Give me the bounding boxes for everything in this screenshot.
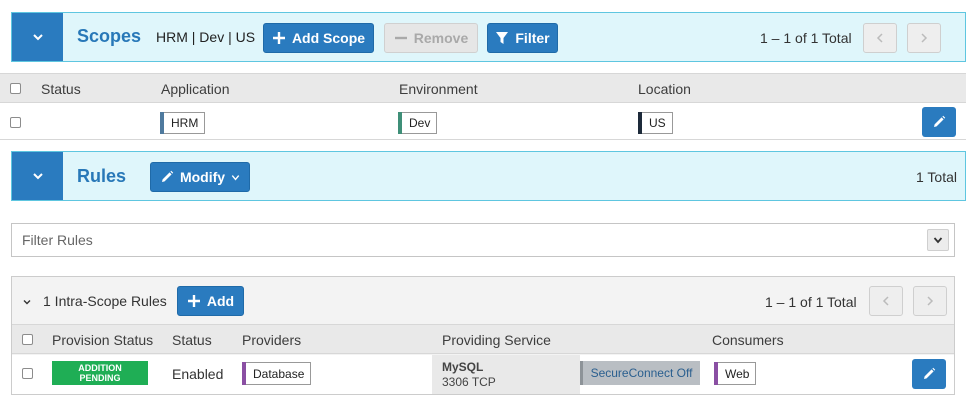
chevron-right-icon <box>927 296 934 306</box>
rules-total-text: 1 Total <box>916 169 957 185</box>
filter-label: Filter <box>515 30 550 46</box>
rules-title: Rules <box>77 166 127 186</box>
filter-rules-input[interactable] <box>12 224 912 256</box>
column-header-environment: Environment <box>399 81 478 97</box>
rule-table-row: ADDITION PENDING Enabled Database MySQL … <box>12 355 954 394</box>
column-header-status: Status <box>41 81 81 97</box>
column-header-application: Application <box>161 81 230 97</box>
rules-prev-page-button[interactable] <box>869 286 903 316</box>
environment-label: Dev <box>398 112 438 134</box>
add-rule-label: Add <box>206 293 235 309</box>
chevron-left-icon <box>882 296 889 306</box>
column-header-location: Location <box>638 81 691 97</box>
chevron-down-icon <box>933 237 943 244</box>
edit-rule-button[interactable] <box>912 359 946 389</box>
chevron-right-icon <box>921 33 928 43</box>
chevron-down-icon <box>32 173 43 180</box>
scopes-prev-page-button[interactable] <box>863 23 897 53</box>
chevron-left-icon <box>876 33 883 43</box>
consumer-label: Web <box>714 362 757 385</box>
rules-pager-text: 1 – 1 of 1 Total <box>765 294 857 310</box>
intra-scope-rules-title: 1 Intra-Scope Rules <box>43 293 167 309</box>
service-port: 3306 TCP <box>442 375 496 389</box>
add-rule-button[interactable]: Add <box>177 286 244 316</box>
rules-panel-header: Rules Modify 1 Total <box>11 151 966 201</box>
rules-table-header: Provision Status Status Providers Provid… <box>12 324 954 354</box>
add-scope-button[interactable]: Add Scope <box>263 23 374 53</box>
filter-button[interactable]: Filter <box>487 23 558 53</box>
provision-status-line1: ADDITION <box>78 363 122 373</box>
rule-status: Enabled <box>172 366 224 382</box>
service-name: MySQL <box>442 360 484 374</box>
location-label: US <box>638 112 673 134</box>
scopes-table-header: Status Application Environment Location <box>0 73 966 103</box>
remove-button[interactable]: Remove <box>384 23 478 53</box>
plus-icon <box>272 32 285 44</box>
chevron-down-icon <box>231 174 240 181</box>
rules-collapse-button[interactable] <box>12 152 63 200</box>
provision-status-badge: ADDITION PENDING <box>52 361 148 385</box>
select-all-rules-checkbox[interactable] <box>22 334 33 345</box>
remove-label: Remove <box>413 30 469 46</box>
plus-icon <box>187 295 200 307</box>
minus-icon <box>394 36 407 40</box>
modify-button[interactable]: Modify <box>150 162 250 192</box>
filter-icon <box>496 32 509 44</box>
edit-scope-button[interactable] <box>922 107 956 137</box>
select-all-scopes-checkbox[interactable] <box>10 83 21 94</box>
column-header-provision-status: Provision Status <box>52 332 154 348</box>
scope-row-checkbox[interactable] <box>10 117 21 128</box>
scope-summary: HRM | Dev | US <box>156 29 256 45</box>
chevron-down-icon <box>32 34 43 41</box>
consumer-label-text: Web <box>725 366 750 381</box>
rules-next-page-button[interactable] <box>913 286 947 316</box>
scopes-table-row: HRM Dev US <box>0 104 966 140</box>
add-scope-label: Add Scope <box>291 30 366 46</box>
rule-row-checkbox[interactable] <box>22 368 33 379</box>
column-header-providing-service: Providing Service <box>442 332 551 348</box>
application-label-text: HRM <box>171 116 199 130</box>
scopes-next-page-button[interactable] <box>907 23 941 53</box>
scopes-title: Scopes <box>77 26 142 46</box>
pencil-icon <box>924 367 936 379</box>
modify-label: Modify <box>179 169 226 185</box>
filter-rules-dropdown-button[interactable] <box>927 229 949 251</box>
secure-connect-badge: SecureConnect Off <box>580 361 700 385</box>
location-label-text: US <box>649 116 666 130</box>
filter-rules-field[interactable] <box>11 223 955 257</box>
provider-label-text: Database <box>253 366 305 381</box>
provider-label: Database <box>242 362 312 385</box>
chevron-down-icon[interactable] <box>22 297 32 307</box>
column-header-status: Status <box>172 332 212 348</box>
provision-status-line2: PENDING <box>79 373 121 383</box>
column-header-providers: Providers <box>242 332 302 348</box>
providing-service-cell: MySQL 3306 TCP <box>432 355 580 394</box>
scopes-collapse-button[interactable] <box>12 13 63 61</box>
environment-label-text: Dev <box>409 116 431 130</box>
column-header-consumers: Consumers <box>712 332 784 348</box>
pencil-icon <box>161 170 174 182</box>
scopes-pager-text: 1 – 1 of 1 Total <box>760 30 852 46</box>
application-label: HRM <box>160 112 206 134</box>
scopes-panel-header: Scopes HRM | Dev | US Add Scope Remove F… <box>11 12 966 62</box>
pencil-icon <box>934 115 946 127</box>
